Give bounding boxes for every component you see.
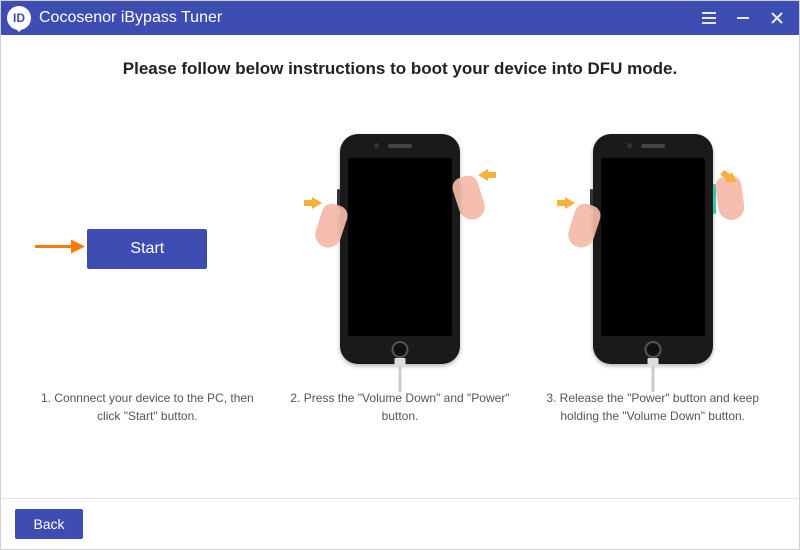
back-button[interactable]: Back xyxy=(15,509,83,539)
title-bar: ID Cocosenor iBypass Tuner xyxy=(1,1,799,35)
steps-row: Start 1. Connnect your device to the PC,… xyxy=(17,119,783,488)
step-1-caption: 1. Connnect your device to the PC, then … xyxy=(25,389,270,425)
step-3-media xyxy=(530,119,775,379)
step-3-caption: 3. Release the "Power" button and keep h… xyxy=(530,389,775,425)
phone-illustration xyxy=(593,134,713,364)
app-logo-icon: ID xyxy=(7,6,31,30)
start-button[interactable]: Start xyxy=(87,229,207,269)
press-arrow-right-icon xyxy=(478,168,496,187)
app-title: Cocosenor iBypass Tuner xyxy=(39,9,699,27)
window-controls xyxy=(699,8,791,28)
footer-bar: Back xyxy=(1,498,799,549)
instruction-heading: Please follow below instructions to boot… xyxy=(17,59,783,79)
press-arrow-left-icon xyxy=(304,196,322,215)
step-2-caption: 2. Press the "Volume Down" and "Power" b… xyxy=(278,389,523,425)
phone-illustration xyxy=(340,134,460,364)
step-1-media: Start xyxy=(25,119,270,379)
step-3: 3. Release the "Power" button and keep h… xyxy=(530,119,775,425)
content-area: Please follow below instructions to boot… xyxy=(1,35,799,498)
step-2: 2. Press the "Volume Down" and "Power" b… xyxy=(278,119,523,425)
minimize-icon[interactable] xyxy=(733,8,753,28)
press-arrow-left-icon xyxy=(557,196,575,215)
app-window: ID Cocosenor iBypass Tuner Please follow… xyxy=(0,0,800,550)
step-2-media xyxy=(278,119,523,379)
annotation-arrow-icon xyxy=(33,237,85,262)
menu-icon[interactable] xyxy=(699,8,719,28)
step-1: Start 1. Connnect your device to the PC,… xyxy=(25,119,270,425)
close-icon[interactable] xyxy=(767,8,787,28)
